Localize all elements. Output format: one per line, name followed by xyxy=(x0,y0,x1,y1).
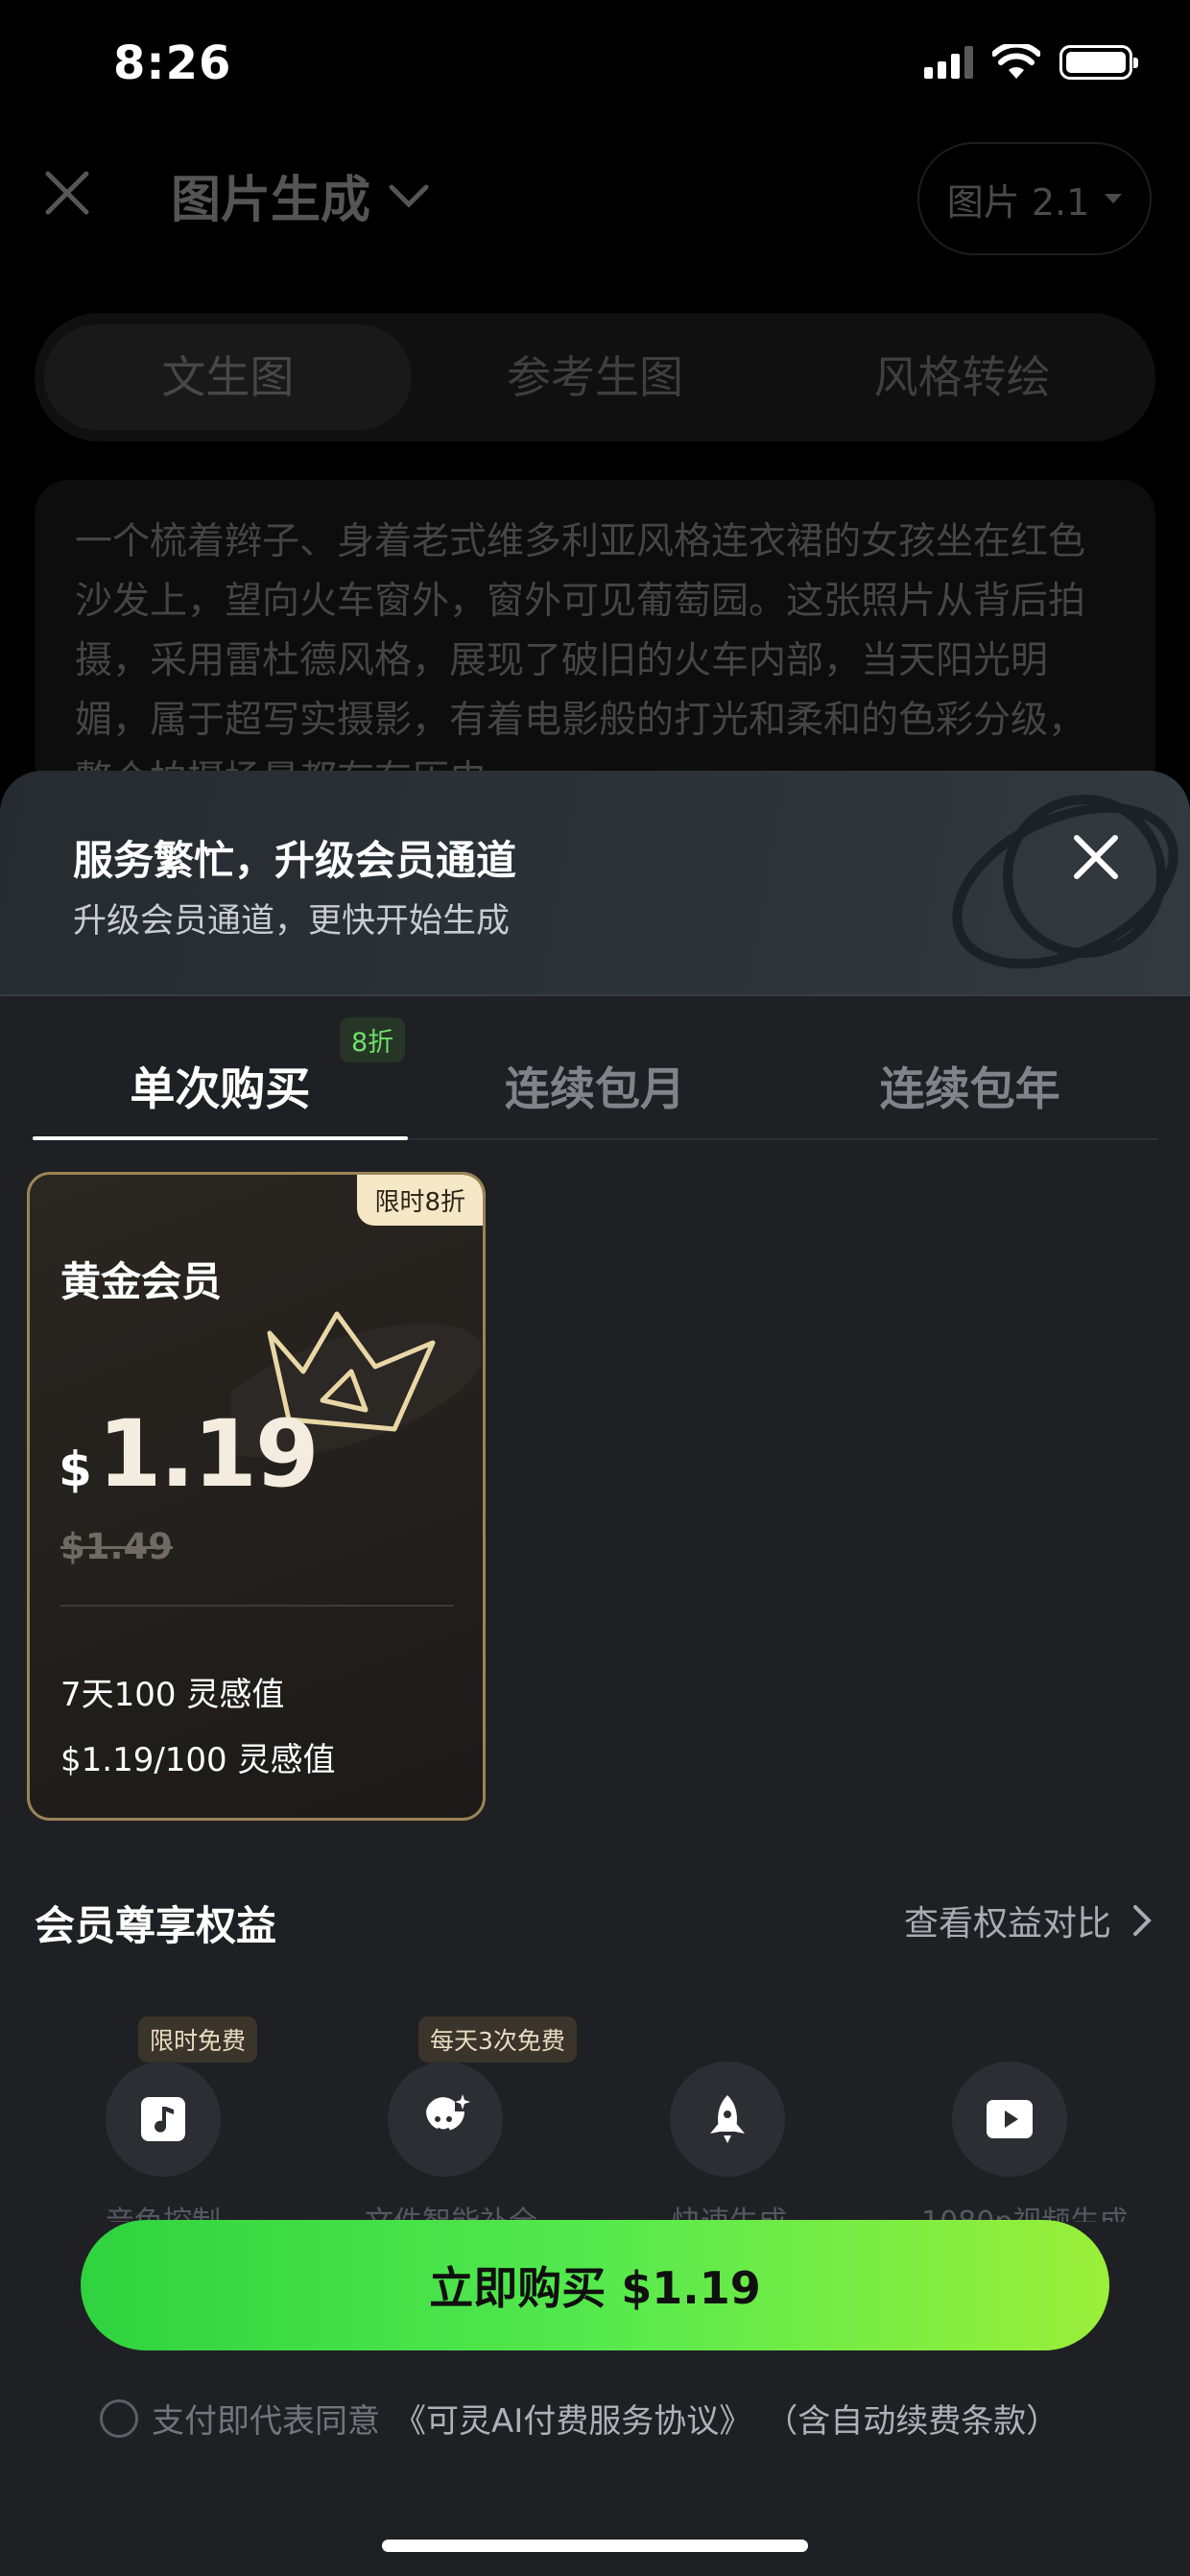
caret-down-icon xyxy=(1105,194,1123,203)
plan-name: 黄金会员 xyxy=(60,1258,223,1305)
model-selector[interactable]: 图片 2.1 xyxy=(917,142,1152,255)
tab-text-to-image[interactable]: 文生图 xyxy=(44,324,412,430)
plan-price: $ 1.19 xyxy=(59,1400,320,1508)
tab-single-purchase[interactable]: 单次购买 8折 xyxy=(33,1017,408,1140)
benefits-title: 会员尊享权益 xyxy=(35,1902,277,1949)
planet-decoration-icon xyxy=(952,795,1178,969)
divider xyxy=(60,1605,454,1607)
benefit-item-smart[interactable] xyxy=(388,2062,503,2177)
background-screen: 图片生成 图片 2.1 文生图 参考生图 风格转绘 一个梳着辫子、身着老式维多利… xyxy=(0,134,1190,797)
plan-feature: $1.19/100 灵感值 xyxy=(60,1741,336,1779)
limited-offer-badge: 限时8折 xyxy=(357,1175,483,1226)
price-amount: 1.19 xyxy=(97,1400,320,1508)
prompt-textarea[interactable]: 一个梳着辫子、身着老式维多利亚风格连衣裙的女孩坐在红色沙发上，望向火车窗外，窗外… xyxy=(35,480,1155,797)
status-bar: 8:26 xyxy=(0,0,1190,134)
status-icons xyxy=(924,44,1138,81)
tab-monthly[interactable]: 连续包月 xyxy=(408,1025,783,1138)
model-label: 图片 2.1 xyxy=(946,180,1090,224)
benefit-item-fast[interactable] xyxy=(670,2062,785,2177)
compare-benefits-label: 查看权益对比 xyxy=(903,1904,1111,1944)
header-subtitle: 升级会员通道，更快开始生成 xyxy=(73,902,511,941)
original-price: $1.49 xyxy=(60,1526,174,1567)
purchase-tabs: 单次购买 8折 连续包月 连续包年 xyxy=(33,1017,1157,1140)
agreement-checkbox[interactable] xyxy=(100,2398,138,2438)
plan-feature: 7天100 灵感值 xyxy=(60,1676,285,1714)
agreement-row: 支付即代表同意 《可灵AI付费服务协议》 （含自动续费条款） xyxy=(100,2395,1059,2442)
benefit-item-hd-video[interactable] xyxy=(952,2062,1067,2177)
benefit-item-voice[interactable] xyxy=(106,2062,221,2177)
face-sparkle-icon xyxy=(426,2094,470,2133)
agreement-link[interactable]: 《可灵AI付费服务协议》 xyxy=(393,2395,751,2442)
cellular-signal-icon xyxy=(924,46,973,79)
benefit-tag: 限时免费 xyxy=(138,2016,258,2063)
tab-label: 单次购买 xyxy=(130,1063,311,1116)
rocket-icon xyxy=(710,2095,745,2143)
music-icon xyxy=(141,2097,185,2141)
benefit-tag: 每天3次免费 xyxy=(418,2016,577,2063)
tab-yearly[interactable]: 连续包年 xyxy=(782,1025,1157,1138)
close-icon[interactable] xyxy=(1067,828,1125,886)
chevron-down-icon xyxy=(389,184,429,208)
status-time: 8:26 xyxy=(113,36,232,90)
agreement-prefix: 支付即代表同意 xyxy=(152,2402,380,2441)
page-title-text: 图片生成 xyxy=(171,172,371,229)
battery-icon xyxy=(1059,45,1138,80)
sheet-header: 服务繁忙，升级会员通道 升级会员通道，更快开始生成 xyxy=(0,771,1190,996)
home-indicator xyxy=(382,2540,808,2552)
header-title: 服务繁忙，升级会员通道 xyxy=(73,837,517,884)
close-icon[interactable] xyxy=(42,168,92,218)
mode-tabs: 文生图 参考生图 风格转绘 xyxy=(35,313,1155,441)
tab-reference-image[interactable]: 参考生图 xyxy=(412,324,779,430)
upgrade-sheet: 服务繁忙，升级会员通道 升级会员通道，更快开始生成 单次购买 8折 连续包月 连… xyxy=(0,771,1190,2576)
plan-card-gold[interactable]: 限时8折 黄金会员 $ 1.19 $1.49 7天100 灵感值 $1.19/1… xyxy=(27,1172,486,1821)
currency-symbol: $ xyxy=(59,1442,92,1497)
chevron-right-icon xyxy=(1133,1905,1152,1936)
page-title[interactable]: 图片生成 xyxy=(171,159,430,231)
tab-style-transfer[interactable]: 风格转绘 xyxy=(778,324,1146,430)
wifi-icon xyxy=(992,44,1040,79)
play-video-icon xyxy=(987,2100,1033,2138)
agreement-suffix: （含自动续费条款） xyxy=(765,2402,1059,2441)
tab-label: 连续包月 xyxy=(505,1063,685,1116)
compare-benefits-link[interactable]: 查看权益对比 xyxy=(904,1896,1152,1945)
tab-label: 连续包年 xyxy=(879,1063,1060,1116)
buy-now-button[interactable]: 立即购买 $1.19 xyxy=(81,2220,1109,2350)
discount-badge: 8折 xyxy=(340,1017,406,1062)
prompt-text: 一个梳着辫子、身着老式维多利亚风格连衣裙的女孩坐在红色沙发上，望向火车窗外，窗外… xyxy=(75,520,1086,797)
